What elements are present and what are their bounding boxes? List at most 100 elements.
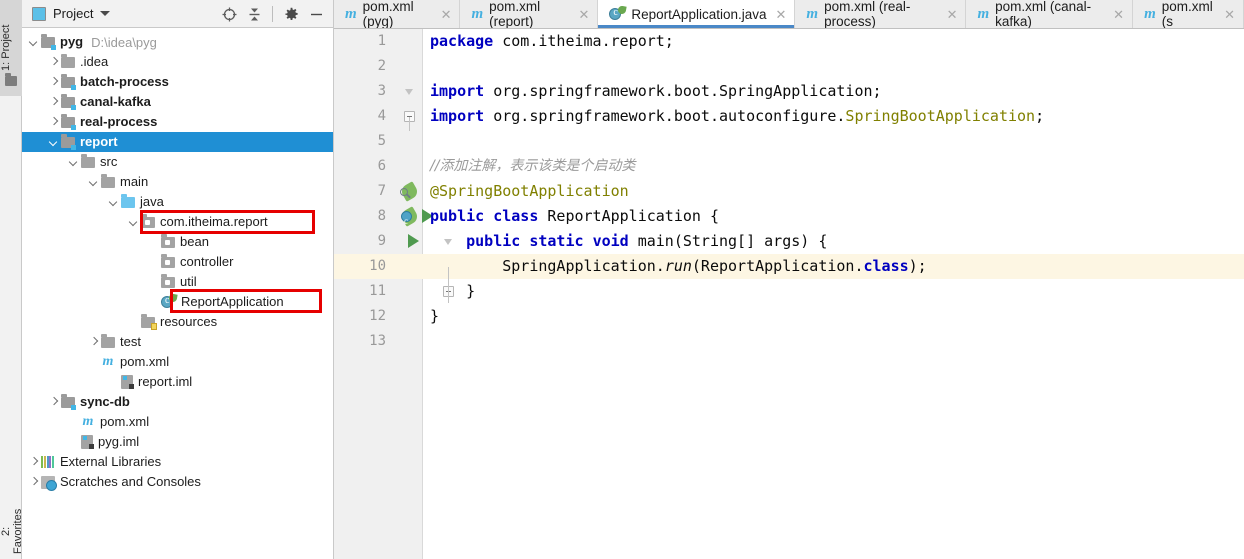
tree-node-controller[interactable]: controller <box>22 252 333 272</box>
editor-tab-pom-xml-s[interactable]: m pom.xml (s ✕ <box>1133 0 1244 28</box>
spring-bean-gutter-icon[interactable] <box>399 181 420 202</box>
line-number: 6 <box>377 158 386 174</box>
hide-panel-icon[interactable] <box>305 3 327 25</box>
chevron-down-icon[interactable] <box>88 177 99 188</box>
tool-window-button-favorites[interactable]: 2: Favorites <box>0 500 24 559</box>
close-icon[interactable]: ✕ <box>947 8 958 21</box>
tree-node-bean[interactable]: bean <box>22 232 333 252</box>
tree-node-canal-kafka[interactable]: canal-kafka <box>22 92 333 112</box>
tree-node-external-libraries[interactable]: External Libraries <box>22 452 333 472</box>
editor-tab-pom-xml-pyg[interactable]: m pom.xml (pyg) ✕ <box>334 0 461 28</box>
close-icon[interactable]: ✕ <box>441 8 452 21</box>
editor-tab-reportapplication-java[interactable]: ReportApplication.java ✕ <box>598 0 796 28</box>
tool-window-label-favorites: 2: Favorites <box>0 508 24 554</box>
tree-node-label: sync-db <box>80 394 130 409</box>
tree-node-resources[interactable]: resources <box>22 312 333 332</box>
tree-node-test[interactable]: test <box>22 332 333 352</box>
tree-node-label: report <box>80 134 118 149</box>
spring-leaf-icon <box>168 293 178 303</box>
package-icon <box>161 253 175 268</box>
tool-window-label-project: 1: Project <box>0 24 12 72</box>
editor-tab-pom-xml-report[interactable]: m pom.xml (report) ✕ <box>460 0 599 28</box>
line-number: 3 <box>377 83 386 99</box>
import-class-name: SpringBootApplication <box>845 107 1036 125</box>
tree-node-report[interactable]: report <box>22 132 333 152</box>
editor-tab-label: pom.xml (s <box>1161 0 1213 29</box>
chevron-down-icon[interactable] <box>128 217 139 228</box>
spring-context-gutter-icon[interactable] <box>399 206 420 234</box>
line-comment: //添加注解，表示该类是个启动类 <box>430 158 636 174</box>
run-call-arg: (ReportApplication. <box>691 257 864 275</box>
editor-tab-bar[interactable]: mpom.xml (pyg)✕mpom.xml (report)✕ReportA… <box>334 0 1244 29</box>
module-folder-icon <box>61 113 76 130</box>
project-panel-toolbar <box>218 0 327 28</box>
chevron-down-icon[interactable] <box>108 197 119 208</box>
tree-node-scratches-and-consoles[interactable]: Scratches and Consoles <box>22 472 333 492</box>
tree-node-label: main <box>120 174 149 189</box>
import-path: org.springframework.boot.autoconfigure. <box>484 107 846 125</box>
code-line-current: 10 SpringApplication.run(ReportApplicati… <box>334 254 1244 279</box>
chevron-right-icon[interactable] <box>28 477 39 488</box>
close-icon[interactable]: ✕ <box>579 8 590 21</box>
fold-region-arrow-icon[interactable] <box>404 87 415 98</box>
chevron-down-icon[interactable] <box>100 11 111 16</box>
tree-node-reportapplication[interactable]: ReportApplication <box>22 292 333 312</box>
chevron-down-icon[interactable] <box>48 137 59 148</box>
tree-node-sync-db[interactable]: sync-db <box>22 392 333 412</box>
run-main-method-gutter-icon[interactable] <box>408 234 419 248</box>
tree-node-pyg[interactable]: pyg D:\idea\pyg <box>22 32 333 52</box>
chevron-right-icon[interactable] <box>48 397 59 408</box>
tree-node-pom-xml[interactable]: m pom.xml <box>22 352 333 372</box>
code-line: 6 //添加注解，表示该类是个启动类 <box>334 154 1244 179</box>
project-tree[interactable]: pyg D:\idea\pyg .idea batch-process canal-ka… <box>22 28 333 492</box>
editor-tab-pom-xml-real-process[interactable]: m pom.xml (real-process) ✕ <box>795 0 967 28</box>
chevron-right-icon[interactable] <box>88 337 99 348</box>
chevron-right-icon[interactable] <box>28 457 39 468</box>
tree-node-batch-process[interactable]: batch-process <box>22 72 333 92</box>
close-icon[interactable]: ✕ <box>776 8 787 21</box>
settings-gear-icon[interactable] <box>280 3 302 25</box>
tree-node-util[interactable]: util <box>22 272 333 292</box>
tree-node-java[interactable]: java <box>22 192 333 212</box>
tree-node-src[interactable]: src <box>22 152 333 172</box>
chevron-right-icon[interactable] <box>48 57 59 68</box>
code-content[interactable]: 1 package com.itheima.report; 2 3 import… <box>334 29 1244 559</box>
chevron-right-icon[interactable] <box>48 117 59 128</box>
tree-node-label: test <box>120 334 141 349</box>
chevron-right-icon[interactable] <box>48 97 59 108</box>
tree-node-com-itheima-report[interactable]: com.itheima.report <box>22 212 333 232</box>
tree-node-report-iml[interactable]: report.iml <box>22 372 333 392</box>
line-number: 5 <box>377 133 386 149</box>
keyword-class-literal: class <box>863 257 909 275</box>
keyword-class: class <box>493 207 539 225</box>
tree-node-pyg-iml[interactable]: pyg.iml <box>22 432 333 452</box>
module-folder-icon <box>41 33 56 50</box>
editor-tab-pom-xml-canal-kafka[interactable]: m pom.xml (canal-kafka) ✕ <box>966 0 1134 28</box>
line-text: import org.springframework.boot.autoconf… <box>430 104 1044 129</box>
chevron-down-icon[interactable] <box>68 157 79 168</box>
tree-node-main[interactable]: main <box>22 172 333 192</box>
chevron-right-icon[interactable] <box>48 77 59 88</box>
external-libraries-icon <box>41 456 55 468</box>
tree-node-pom-xml[interactable]: m pom.xml <box>22 412 333 432</box>
resources-folder-icon <box>141 313 157 330</box>
close-icon[interactable]: ✕ <box>1113 8 1124 21</box>
tree-node-idea[interactable]: .idea <box>22 52 333 72</box>
package-name: com.itheima.report; <box>493 32 674 50</box>
code-editor[interactable]: 1 package com.itheima.report; 2 3 import… <box>334 29 1244 559</box>
run-method-name: run <box>664 257 692 275</box>
tree-node-label: ReportApplication <box>181 294 284 309</box>
collapse-all-icon[interactable] <box>243 3 265 25</box>
chevron-down-icon[interactable] <box>28 37 39 48</box>
maven-pom-icon: m <box>1144 6 1156 22</box>
code-line: 3 import org.springframework.boot.Spring… <box>334 79 1244 104</box>
tree-node-real-process[interactable]: real-process <box>22 112 333 132</box>
tree-node-label: resources <box>160 314 218 329</box>
import-semicolon: ; <box>1035 107 1045 125</box>
close-icon[interactable]: ✕ <box>1224 8 1235 21</box>
scroll-from-source-icon[interactable] <box>218 3 240 25</box>
